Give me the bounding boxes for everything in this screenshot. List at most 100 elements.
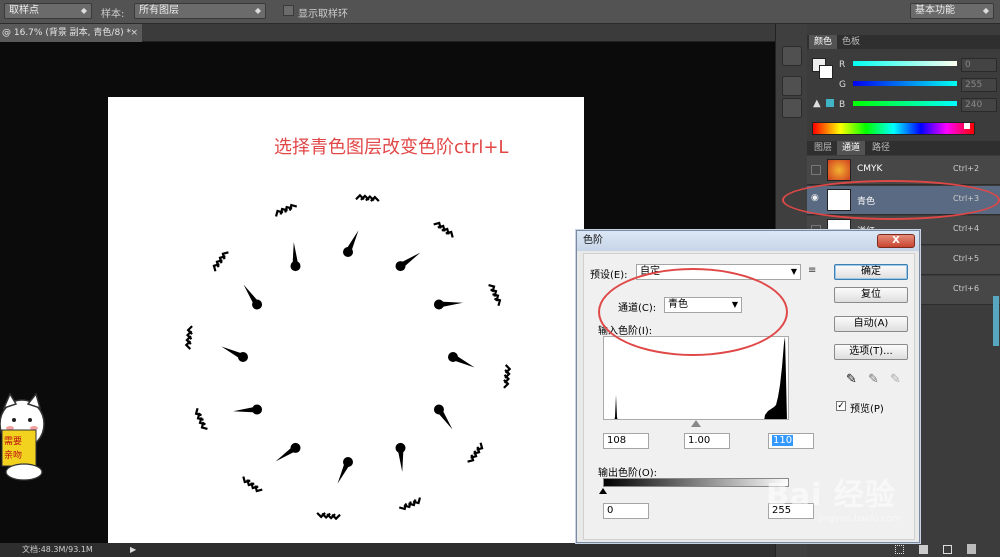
artwork [184,193,512,521]
art-arm [438,301,463,308]
brush-presets-icon[interactable] [782,98,802,118]
tab-swatches[interactable]: 色板 [837,35,865,49]
art-chevron [194,407,202,417]
chevron-down-icon: ▼ [790,267,797,276]
art-arm [292,242,299,267]
actions-icon[interactable] [782,76,802,96]
tab-layers[interactable]: 图层 [809,141,837,155]
workspace-value: 基本功能 [915,5,955,16]
load-channel-icon[interactable] [895,545,904,554]
watermark-url: jingyan.baidu.com [818,514,902,524]
white-eyedropper-icon[interactable]: ✎ [890,372,901,387]
art-chevron [467,454,475,463]
background-color-swatch[interactable] [819,65,833,79]
art-arm [397,447,404,472]
save-selection-icon[interactable] [919,545,928,554]
art-chevron [288,203,298,211]
slider-label-b: B [839,100,846,110]
tab-channels[interactable]: 通道 [837,141,866,155]
instruction-text: 选择青色图层改变色阶ctrl+L [274,137,509,158]
tool-preset-select[interactable]: 取样点 ◆ [4,3,92,19]
input-midpoint-slider[interactable] [691,420,701,427]
slider-value-b[interactable]: 240 [961,98,997,112]
tool-preset-value: 取样点 [9,5,39,16]
websafe-icon[interactable] [826,99,834,107]
workspace-select[interactable]: 基本功能 ◆ [910,3,994,19]
channels-panel-tabs: 图层 通道 路径 [807,141,1000,155]
preset-menu-icon[interactable]: ≡ [808,265,816,276]
art-arm [398,252,421,269]
color-panel-tabs: 颜色 色板 [807,35,1000,49]
channel-shortcut: Ctrl+6 [953,284,980,293]
art-chevron [445,230,454,238]
show-ring-checkbox[interactable] [283,5,294,16]
art-chevron [398,503,408,511]
input-gamma-field[interactable]: 1.00 [684,433,730,449]
reset-button[interactable]: 复位 [834,287,908,303]
output-levels-label: 输出色阶(O): [598,468,658,479]
tab-color[interactable]: 颜色 [809,35,838,49]
auto-button[interactable]: 自动(A) [834,316,908,332]
input-white-value: 110 [772,435,794,446]
watermark-brand: Bai 经验 [766,478,896,513]
sample-select[interactable]: 所有图层 ◆ [134,3,266,19]
channel-shortcut: Ctrl+2 [953,164,980,173]
art-chevron [221,251,229,260]
options-bar: 取样点 ◆ 样本: 所有图层 ◆ 显示取样环 基本功能 ◆ [0,0,1000,24]
sticker-text-1: 需要 [4,436,22,447]
options-button[interactable]: 选项(T)... [834,344,908,360]
art-arm [243,284,260,307]
dialog-title: 色阶 [583,235,603,246]
trash-icon[interactable] [967,544,976,554]
preview-label: 预览(P) [850,404,884,415]
slider-label-r: R [839,60,846,70]
art-arm [233,406,258,413]
show-ring-label: 显示取样环 [298,9,348,20]
slider-label-g: G [839,80,846,90]
art-chevron [494,297,502,307]
document-tab-bar: @ 16.7% (背景 副本, 青色/8) * × [0,24,775,42]
slider-value-r[interactable]: 0 [961,58,997,72]
cartoon-sticker: 需要 亲吻 [0,392,45,481]
gray-eyedropper-icon[interactable]: ✎ [868,372,879,387]
chevron-down-icon: ◆ [982,6,989,15]
play-icon[interactable]: ▶ [130,543,136,557]
art-arm [436,407,453,430]
spectrum-white-end[interactable] [964,123,970,129]
channel-shortcut: Ctrl+5 [953,254,980,263]
annotation-ellipse-channel-select [598,268,788,356]
slider-value-g[interactable]: 255 [961,78,997,92]
output-black-field[interactable]: 0 [603,503,649,519]
preview-checkbox[interactable]: ✓ [836,401,846,411]
sample-label: 样本: [101,9,125,20]
input-black-field[interactable]: 108 [603,433,649,449]
tab-paths[interactable]: 路径 [867,141,895,155]
output-gradient [603,478,789,487]
preset-label: 预设(E): [590,270,628,281]
document-canvas[interactable]: 选择青色图层改变色阶ctrl+L [108,97,584,557]
document-tab[interactable]: @ 16.7% (背景 副本, 青色/8) * × [0,24,142,42]
chevron-down-icon: ◆ [254,6,261,15]
annotation-ellipse-channel-row [782,180,1000,220]
history-icon[interactable] [782,46,802,66]
panel-scrollbar[interactable] [993,296,999,346]
slider-bar-r[interactable] [853,61,957,66]
watermark: Bai 经验 jingyan.baidu.com [766,470,901,524]
dialog-title-bar[interactable]: 色阶 X [577,231,919,251]
new-channel-icon[interactable] [943,545,952,554]
input-white-field[interactable]: 110 [768,433,814,449]
close-icon[interactable]: × [130,24,138,42]
slider-bar-g[interactable] [853,81,957,86]
channel-thumbnail [827,159,851,181]
warning-icon[interactable]: ▲ [813,98,821,109]
slider-bar-b[interactable] [853,101,957,106]
color-spectrum-ramp[interactable] [812,122,975,135]
status-bar: 文档:48.3M/93.1M ▶ [0,543,775,557]
close-button[interactable]: X [877,234,915,248]
black-eyedropper-icon[interactable]: ✎ [846,372,857,387]
output-black-slider[interactable] [599,488,607,494]
visibility-toggle[interactable] [811,165,821,175]
ok-button[interactable]: 确定 [834,264,908,280]
channel-shortcut: Ctrl+4 [953,224,980,233]
document-size-info: 文档:48.3M/93.1M [22,545,93,554]
